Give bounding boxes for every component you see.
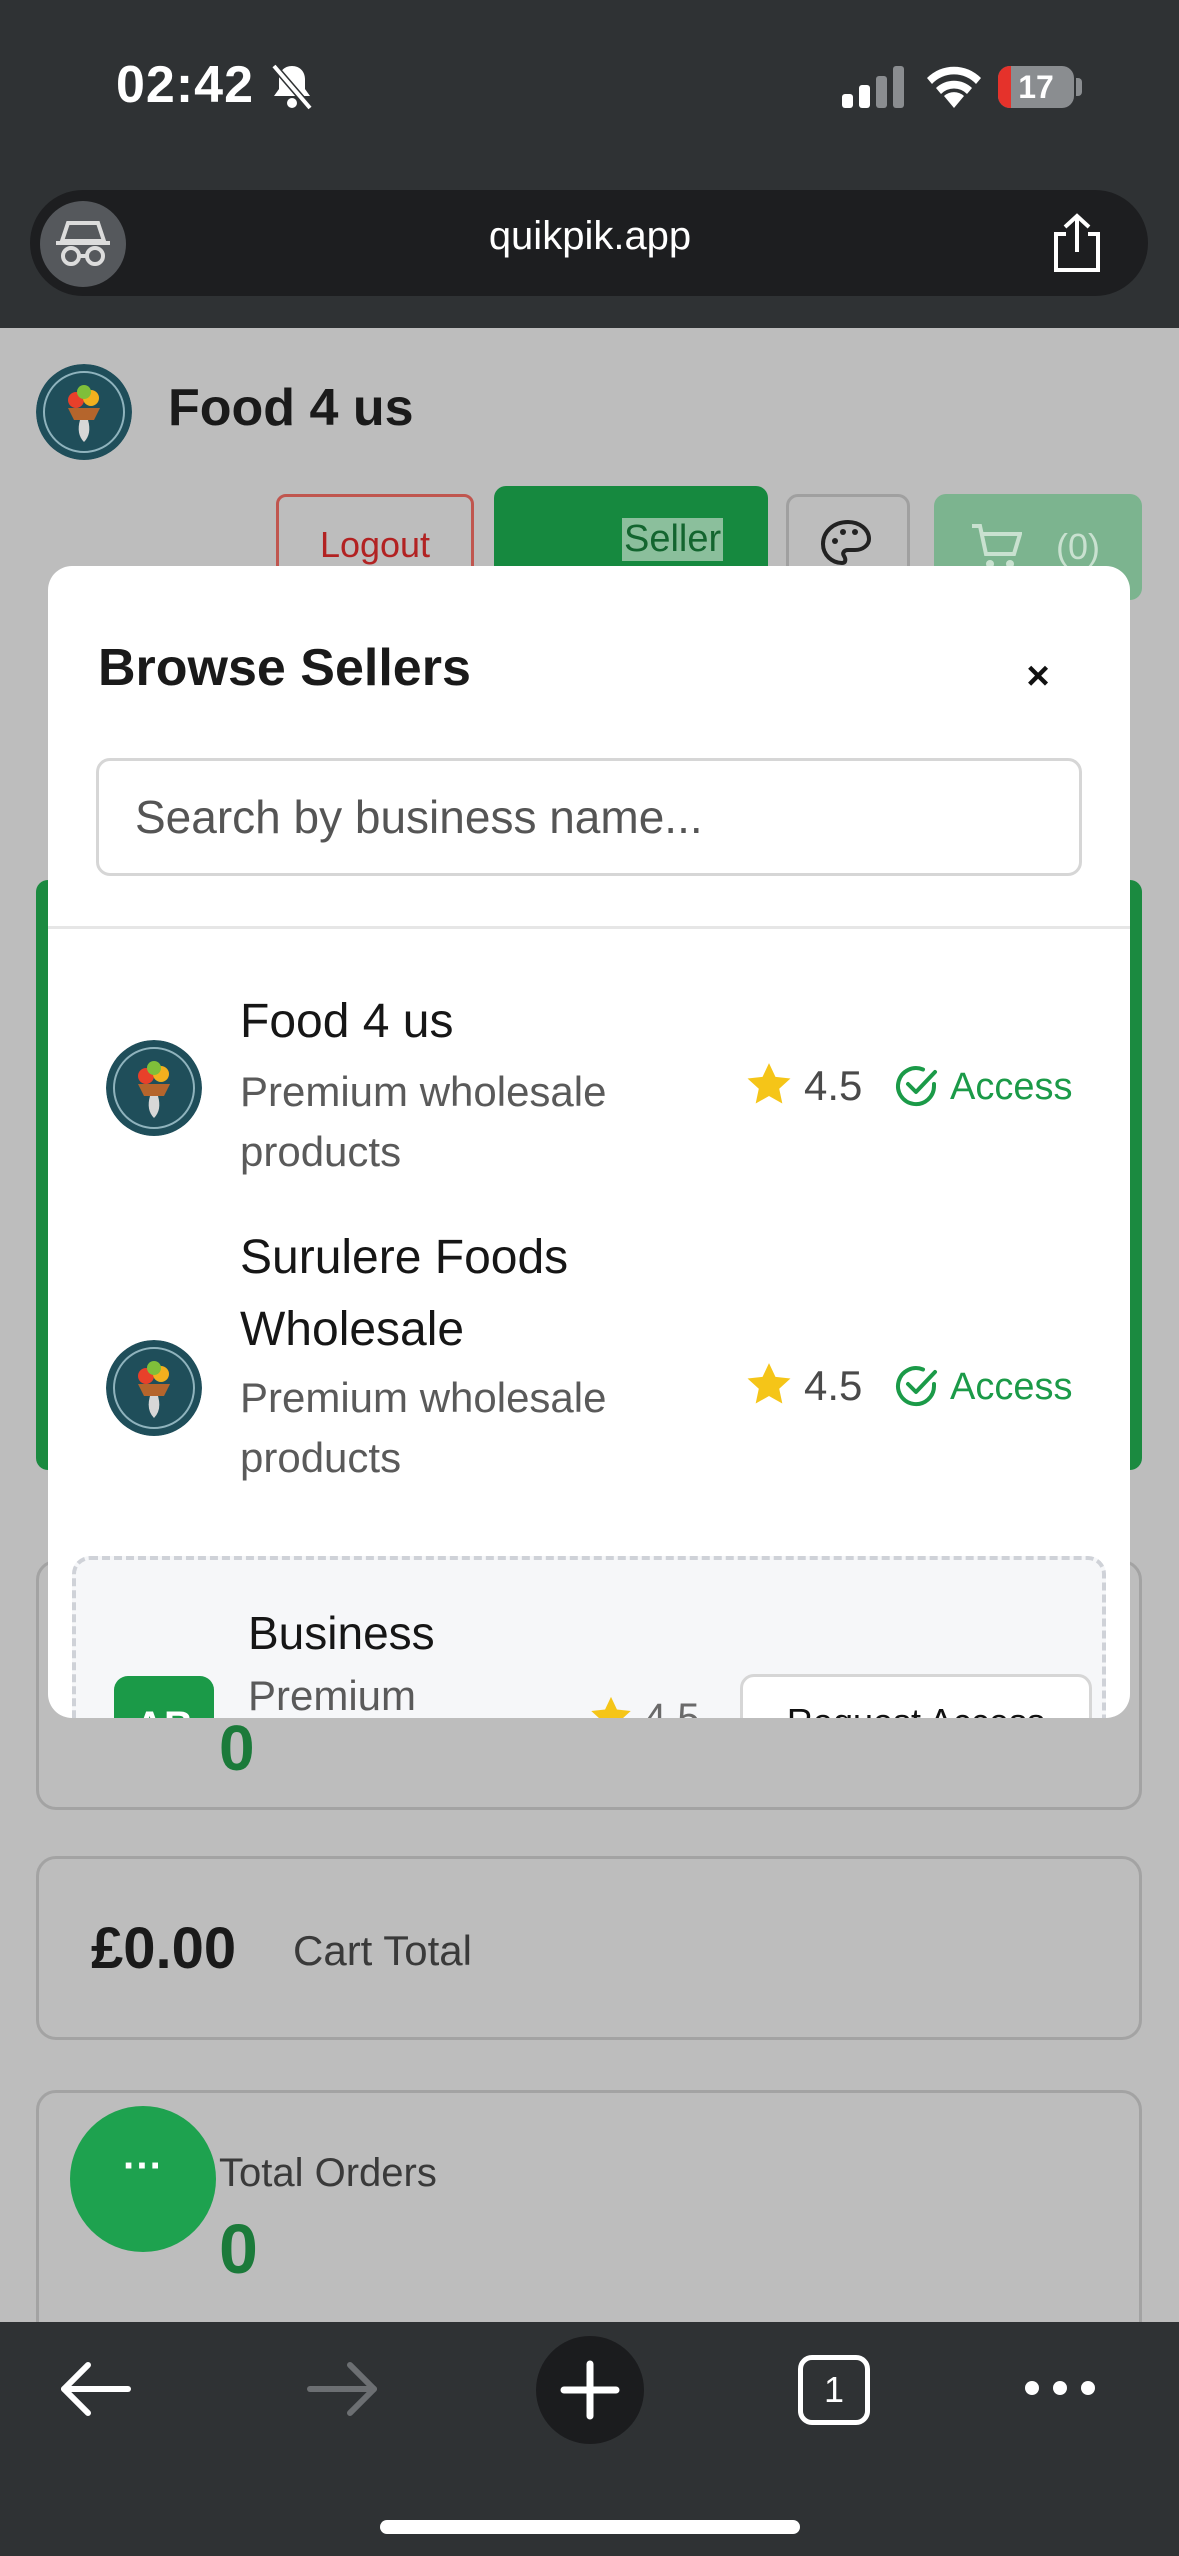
seller-name: Surulere Foods [240, 1231, 569, 1284]
brand-name: Food 4 us [168, 379, 414, 437]
check-circle-icon [896, 1066, 937, 1107]
seller-description: Premium wholesale [240, 1374, 607, 1421]
stat-value: 0 [219, 1712, 255, 1784]
seller-name-cont: Wholesale [240, 1303, 465, 1356]
url-text[interactable]: quikpik.app [300, 214, 880, 259]
seller-description-cont: products [240, 1434, 402, 1481]
battery-level: 17 [1018, 69, 1054, 105]
cart-total-card: £0.00 Cart Total [36, 1856, 1142, 2040]
more-actions-button[interactable]: ··· [70, 2106, 216, 2252]
battery-icon: 17 [998, 66, 1074, 108]
brand-logo[interactable] [36, 364, 132, 460]
access-status: Access [950, 1366, 1073, 1408]
access-status: Access [950, 1066, 1073, 1108]
cart-total-amount: £0.00 [91, 1916, 237, 1981]
plus-icon [560, 2360, 620, 2420]
seller-button-label: Seller [622, 518, 724, 561]
incognito-glyph [56, 221, 110, 266]
cart-total-label: Cart Total [293, 1927, 472, 1974]
forward-arrow-icon[interactable] [302, 2356, 382, 2422]
cart-count: (0) [1056, 526, 1100, 567]
share-icon[interactable] [1048, 212, 1106, 274]
cart-icon [972, 524, 1022, 568]
close-icon[interactable]: × [1008, 646, 1068, 706]
modal-title: Browse Sellers [98, 639, 471, 697]
browse-sellers-modal: Browse Sellers × Food 4 us Premium whole… [48, 566, 1130, 1718]
new-tab-button[interactable] [536, 2322, 644, 2452]
wifi-icon [927, 66, 981, 108]
seller-name: Food 4 us [240, 995, 454, 1048]
home-indicator[interactable] [380, 2520, 800, 2534]
seller-rating: 4.5 [644, 1696, 700, 1718]
seller-name: Business [248, 1607, 435, 1659]
more-icon[interactable] [1022, 2370, 1098, 2406]
seller-avatar: AB [114, 1676, 214, 1718]
seller-rating: 4.5 [804, 1362, 863, 1409]
total-orders-label: Total Orders [219, 2151, 437, 2195]
status-time: 02:42 [116, 56, 254, 114]
seller-description-cont: products [240, 1128, 402, 1175]
locked-seller-item[interactable]: AB Business Premium 4.5 Request Access [72, 1556, 1106, 1718]
bell-muted-icon [271, 63, 313, 110]
search-input[interactable] [96, 758, 1082, 876]
tabs-button[interactable]: 1 [798, 2355, 870, 2425]
seller-logo [106, 1040, 202, 1136]
request-access-button[interactable]: Request Access [740, 1674, 1092, 1718]
star-icon [591, 1696, 631, 1718]
total-orders-value: 0 [219, 2210, 258, 2288]
star-icon [747, 1063, 791, 1104]
battery-tip [1076, 78, 1082, 96]
seller-logo [106, 1340, 202, 1436]
seller-description: Premium wholesale [240, 1068, 607, 1115]
star-icon [747, 1363, 791, 1404]
back-arrow-icon[interactable] [56, 2356, 136, 2422]
seller-description: Premium [248, 1672, 417, 1718]
divider [48, 926, 1130, 929]
incognito-icon[interactable] [40, 201, 126, 287]
signal-icon [842, 66, 904, 108]
check-circle-icon [896, 1366, 937, 1407]
seller-rating: 4.5 [804, 1062, 863, 1109]
